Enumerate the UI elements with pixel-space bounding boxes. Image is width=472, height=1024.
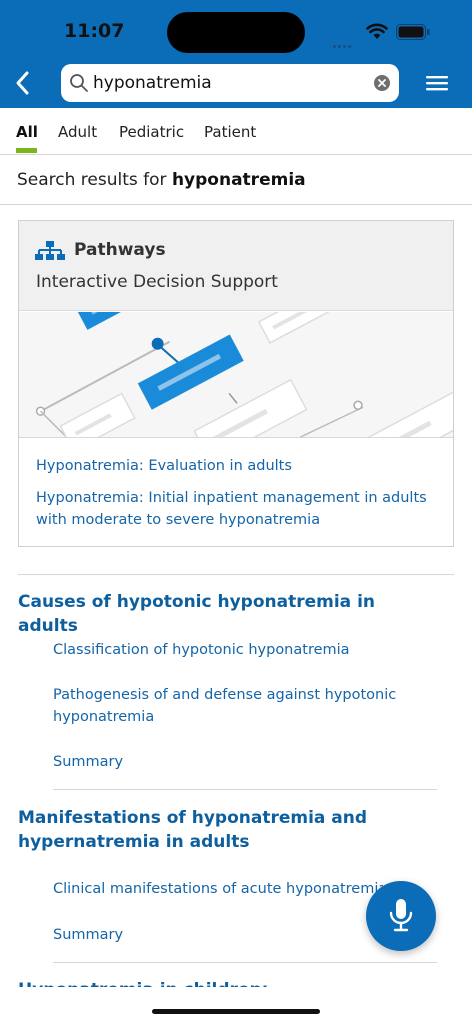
tab-adult[interactable]: Adult: [58, 123, 97, 141]
filter-tabs: All Adult Pediatric Patient: [0, 108, 472, 155]
sub-link-summary[interactable]: Summary: [53, 751, 413, 773]
decision-flow-illustration: [19, 312, 453, 438]
sub-link-pathogenesis[interactable]: Pathogenesis of and defense against hypo…: [53, 684, 413, 728]
results-query: hyponatremia: [171, 170, 306, 190]
hamburger-menu-icon[interactable]: [426, 74, 448, 92]
pathways-card: Pathways Interactive Decision Support Hy…: [18, 220, 454, 547]
tab-patient[interactable]: Patient: [204, 123, 256, 141]
results-heading: Search results for hyponatremia: [17, 170, 306, 190]
cellular-signal-icon: [333, 33, 357, 48]
sub-link-clinical-manifestations[interactable]: Clinical manifestations of acute hyponat…: [53, 878, 383, 900]
wifi-icon: [366, 23, 388, 39]
back-chevron-icon[interactable]: [10, 68, 36, 98]
app-header: 11:07: [0, 0, 472, 108]
sub-link-summary[interactable]: Summary: [53, 924, 413, 946]
pathway-link-evaluation[interactable]: Hyponatremia: Evaluation in adults: [36, 455, 440, 477]
pathway-link-inpatient-management[interactable]: Hyponatremia: Initial inpatient manageme…: [36, 487, 440, 531]
divider: [18, 574, 454, 575]
active-tab-indicator: [16, 148, 37, 153]
microphone-icon: [389, 899, 413, 932]
section-title-causes[interactable]: Causes of hypotonic hyponatremia in adul…: [18, 590, 418, 638]
search-bar[interactable]: [61, 64, 399, 102]
tab-all[interactable]: All: [16, 123, 38, 141]
search-input[interactable]: [93, 70, 363, 96]
divider: [53, 962, 437, 963]
pathways-title: Pathways: [74, 240, 166, 260]
sub-link-classification[interactable]: Classification of hypotonic hyponatremia: [53, 639, 413, 661]
divider: [0, 204, 472, 205]
org-chart-icon: [35, 241, 65, 260]
dynamic-island: [167, 12, 305, 53]
section-title-children-evaluation[interactable]: Hyponatremia in children: Evaluation: [18, 978, 348, 987]
battery-icon: [396, 24, 430, 40]
results-prefix: Search results for: [17, 170, 172, 190]
search-icon: [70, 74, 88, 92]
section-title-manifestations[interactable]: Manifestations of hyponatremia and hyper…: [18, 806, 398, 854]
pathways-subtitle: Interactive Decision Support: [36, 272, 278, 292]
status-time: 11:07: [64, 20, 125, 42]
pathways-card-header: Pathways Interactive Decision Support: [19, 221, 453, 311]
voice-search-button[interactable]: [366, 881, 436, 951]
clear-search-icon[interactable]: [373, 74, 391, 92]
divider: [53, 789, 437, 790]
home-indicator: [152, 1009, 320, 1014]
tab-pediatric[interactable]: Pediatric: [119, 123, 184, 141]
